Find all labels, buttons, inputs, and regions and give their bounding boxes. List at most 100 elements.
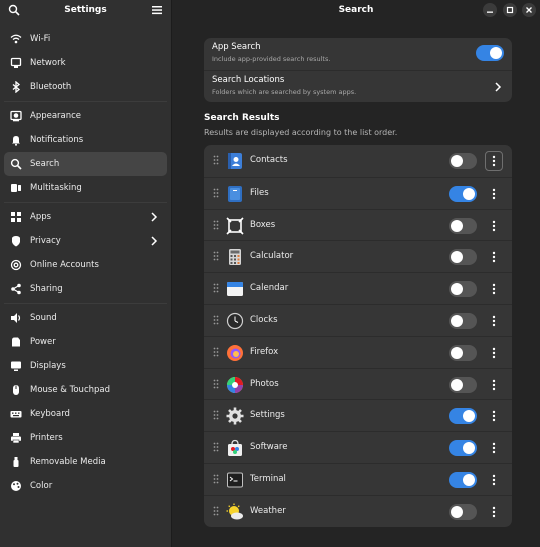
software-menu-button[interactable] bbox=[485, 438, 503, 458]
sidebar-item-label: Multitasking bbox=[30, 183, 82, 193]
power-icon bbox=[10, 336, 22, 348]
settings-toggle[interactable] bbox=[449, 408, 477, 425]
sidebar-item-bluetooth[interactable]: Bluetooth bbox=[4, 75, 167, 99]
sidebar-separator bbox=[4, 202, 167, 203]
search-locations-row[interactable]: Search Locations Folders which are searc… bbox=[204, 70, 512, 102]
list-item-calendar[interactable]: Calendar bbox=[204, 272, 512, 304]
calculator-menu-button[interactable] bbox=[485, 247, 503, 267]
drag-handle-icon[interactable] bbox=[213, 251, 219, 261]
clocks-app-icon bbox=[226, 312, 244, 330]
contacts-menu-button[interactable] bbox=[485, 151, 503, 171]
drag-handle-icon[interactable] bbox=[213, 283, 219, 293]
settings-menu-button[interactable] bbox=[485, 406, 503, 426]
vertical-dots-icon bbox=[492, 442, 496, 454]
sidebar-item-removable-media[interactable]: Removable Media bbox=[4, 450, 167, 474]
list-item-terminal[interactable]: Terminal bbox=[204, 462, 512, 495]
clocks-toggle[interactable] bbox=[449, 312, 477, 329]
vertical-dots-icon bbox=[492, 188, 496, 199]
drag-handle-icon[interactable] bbox=[213, 220, 219, 230]
drag-handle-icon[interactable] bbox=[213, 474, 219, 484]
weather-app-icon bbox=[226, 503, 243, 520]
sidebar-item-color[interactable]: Color bbox=[4, 474, 167, 498]
drag-handle-icon[interactable] bbox=[213, 315, 219, 325]
app-search-toggle[interactable] bbox=[476, 45, 504, 61]
sidebar-item-printers[interactable]: Printers bbox=[4, 426, 167, 450]
sidebar-item-network[interactable]: Network bbox=[4, 51, 167, 75]
toggle-knob bbox=[451, 346, 463, 359]
sidebar-item-power[interactable]: Power bbox=[4, 330, 167, 354]
sidebar-item-label: Apps bbox=[30, 212, 52, 222]
list-item-settings[interactable]: Settings bbox=[204, 399, 512, 431]
sidebar-item-multitasking[interactable]: Multitasking bbox=[4, 176, 167, 200]
photos-menu-button[interactable] bbox=[485, 375, 503, 395]
display-icon bbox=[10, 360, 22, 372]
list-item-boxes[interactable]: Boxes bbox=[204, 208, 512, 241]
sidebar-item-online-accounts[interactable]: Online Accounts bbox=[4, 253, 167, 277]
sidebar-item-sound[interactable]: Sound bbox=[4, 306, 167, 330]
files-toggle[interactable] bbox=[449, 185, 477, 202]
vertical-dots-icon bbox=[492, 155, 496, 167]
sidebar-item-apps[interactable]: Apps bbox=[4, 205, 167, 229]
boxes-menu-button[interactable] bbox=[485, 216, 503, 236]
search-locations-subtitle: Folders which are searched by system app… bbox=[212, 88, 357, 96]
sidebar-item-notifications[interactable]: Notifications bbox=[4, 128, 167, 152]
calendar-menu-button[interactable] bbox=[485, 279, 503, 299]
search-icon bbox=[10, 158, 22, 170]
clocks-menu-button[interactable] bbox=[485, 311, 503, 331]
list-item-files[interactable]: Files bbox=[204, 176, 512, 209]
vertical-dots-icon bbox=[492, 411, 496, 422]
drag-handle-icon[interactable] bbox=[213, 506, 219, 516]
list-item-calculator[interactable]: Calculator bbox=[204, 240, 512, 272]
terminal-menu-button[interactable] bbox=[485, 470, 503, 490]
drag-handle-icon[interactable] bbox=[213, 155, 219, 165]
drag-handle-icon[interactable] bbox=[213, 442, 219, 452]
sidebar-item-label: Color bbox=[30, 481, 53, 491]
chevron-right-icon bbox=[151, 212, 158, 222]
sidebar-item-label: Bluetooth bbox=[30, 82, 72, 92]
sidebar-item-wifi[interactable]: Wi-Fi bbox=[4, 27, 167, 51]
photos-toggle[interactable] bbox=[449, 376, 477, 393]
privacy-icon bbox=[10, 235, 22, 247]
sidebar-item-mouse-touchpad[interactable]: Mouse & Touchpad bbox=[4, 378, 167, 402]
toggle-knob bbox=[451, 219, 463, 232]
toggle-knob bbox=[463, 442, 475, 455]
list-item-firefox[interactable]: Firefox bbox=[204, 335, 512, 368]
maximize-button[interactable] bbox=[503, 3, 517, 17]
sidebar-item-sharing[interactable]: Sharing bbox=[4, 277, 167, 301]
drag-handle-icon[interactable] bbox=[213, 347, 219, 357]
sidebar-item-privacy[interactable]: Privacy bbox=[4, 229, 167, 253]
list-item-photos[interactable]: Photos bbox=[204, 367, 512, 400]
drag-handle-icon[interactable] bbox=[213, 379, 219, 389]
list-item-weather[interactable]: Weather bbox=[204, 494, 512, 527]
sidebar-item-label: Wi-Fi bbox=[30, 34, 51, 44]
app-search-row[interactable]: App Search Include app-provided search r… bbox=[204, 38, 512, 70]
color-icon bbox=[10, 480, 22, 492]
terminal-toggle[interactable] bbox=[449, 471, 477, 488]
search-settings-card: App Search Include app-provided search r… bbox=[204, 38, 512, 102]
calculator-toggle[interactable] bbox=[449, 249, 477, 266]
close-button[interactable] bbox=[522, 3, 536, 17]
sidebar-item-keyboard[interactable]: Keyboard bbox=[4, 402, 167, 426]
sidebar-item-appearance[interactable]: Appearance bbox=[4, 104, 167, 128]
files-menu-button[interactable] bbox=[485, 184, 503, 204]
list-item-clocks[interactable]: Clocks bbox=[204, 303, 512, 336]
weather-toggle[interactable] bbox=[449, 503, 477, 520]
list-item-contacts[interactable]: Contacts bbox=[204, 145, 512, 177]
sidebar-item-displays[interactable]: Displays bbox=[4, 354, 167, 378]
sidebar-item-search[interactable]: Search bbox=[4, 152, 167, 176]
boxes-toggle[interactable] bbox=[449, 217, 477, 234]
list-item-software[interactable]: Software bbox=[204, 431, 512, 463]
software-toggle[interactable] bbox=[449, 440, 477, 457]
toggle-knob bbox=[490, 47, 502, 59]
hamburger-menu-icon[interactable] bbox=[151, 4, 163, 16]
firefox-menu-button[interactable] bbox=[485, 343, 503, 363]
calendar-toggle[interactable] bbox=[449, 281, 477, 298]
contacts-toggle[interactable] bbox=[449, 153, 477, 169]
drag-handle-icon[interactable] bbox=[213, 188, 219, 198]
minimize-button[interactable] bbox=[483, 3, 497, 17]
weather-menu-button[interactable] bbox=[485, 502, 503, 522]
search-icon[interactable] bbox=[8, 4, 20, 16]
firefox-toggle[interactable] bbox=[449, 344, 477, 361]
drag-handle-icon[interactable] bbox=[213, 410, 219, 420]
sidebar-header: Settings bbox=[0, 0, 171, 20]
